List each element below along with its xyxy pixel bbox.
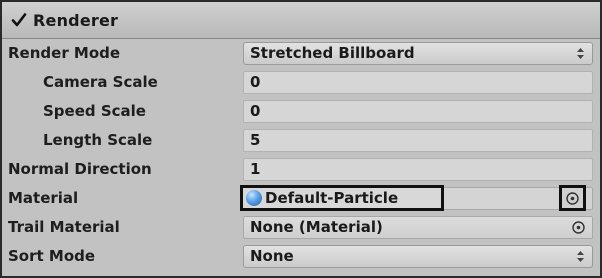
trail-material-label: Trail Material [8,218,120,236]
updown-arrows-icon [577,48,584,59]
material-sphere-icon [246,190,262,206]
row-camera-scale: Camera Scale 0 [2,68,600,97]
renderer-header[interactable]: Renderer [2,2,600,39]
material-value: Default-Particle [265,189,399,207]
updown-arrows-icon [577,251,584,262]
row-material: Material Default-Particle [2,184,600,213]
normal-direction-input[interactable]: 1 [243,158,593,181]
length-scale-label: Length Scale [43,131,153,149]
render-mode-dropdown[interactable]: Stretched Billboard [243,42,593,65]
sort-mode-value: None [250,247,294,265]
renderer-inspector-panel: Renderer Render Mode Stretched Billboard… [0,0,602,278]
render-mode-label: Render Mode [8,44,121,62]
camera-scale-label: Camera Scale [43,73,158,91]
material-object-field[interactable]: Default-Particle [240,185,444,211]
checkmark-icon [11,13,27,27]
material-picker-button[interactable] [559,185,586,211]
row-length-scale: Length Scale 5 [2,126,600,155]
row-normal-direction: Normal Direction 1 [2,155,600,184]
trail-material-value: None (Material) [250,218,383,236]
camera-scale-input[interactable]: 0 [243,71,593,94]
length-scale-input[interactable]: 5 [243,129,593,152]
normal-direction-label: Normal Direction [8,160,152,178]
enabled-checkbox[interactable] [9,10,29,30]
sort-mode-dropdown[interactable]: None [243,245,593,268]
row-trail-material: Trail Material None (Material) [2,213,600,242]
speed-scale-label: Speed Scale [43,102,146,120]
row-render-mode: Render Mode Stretched Billboard [2,39,600,68]
trail-material-object-field[interactable]: None (Material) [243,216,593,239]
material-label: Material [8,189,79,207]
row-speed-scale: Speed Scale 0 [2,97,600,126]
object-picker-icon [566,192,579,205]
component-title: Renderer [33,10,119,30]
object-picker-icon[interactable] [571,220,586,235]
speed-scale-input[interactable]: 0 [243,100,593,123]
sort-mode-label: Sort Mode [8,247,96,265]
row-sort-mode: Sort Mode None [2,242,600,271]
render-mode-value: Stretched Billboard [250,44,415,62]
